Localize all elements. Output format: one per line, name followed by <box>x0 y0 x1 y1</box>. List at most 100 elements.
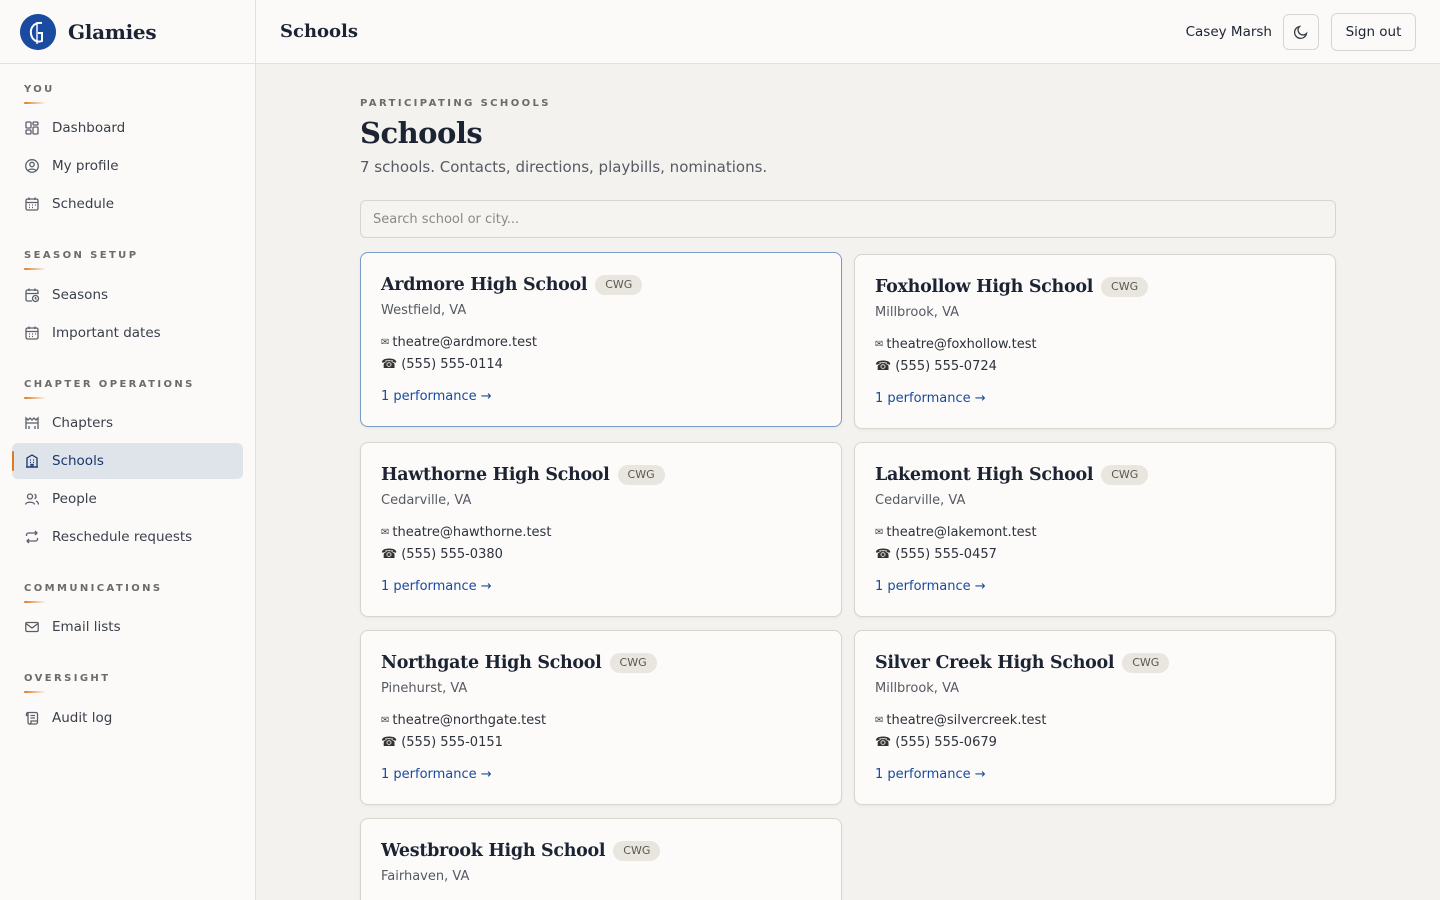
sidebar-item-seasons[interactable]: Seasons <box>12 277 243 313</box>
school-phone[interactable]: ☎ (555) 555-0380 <box>381 547 503 562</box>
calendar-icon <box>24 325 40 341</box>
performances-link[interactable]: 1 performance → <box>875 579 986 594</box>
school-email[interactable]: ✉ theatre@hawthorne.test <box>381 525 551 540</box>
school-email-text: theatre@silvercreek.test <box>886 713 1047 728</box>
nav-section-communications: COMMUNICATIONS <box>0 582 162 603</box>
brand[interactable]: Glamies <box>0 0 255 64</box>
sidebar-item-label: Schools <box>52 453 104 469</box>
card-header: Foxhollow High School CWG <box>875 277 1149 297</box>
school-city: Millbrook, VA <box>875 305 960 320</box>
school-name: Ardmore High School <box>381 275 588 295</box>
envelope-icon: ✉ <box>875 527 884 538</box>
school-email[interactable]: ✉ theatre@foxhollow.test <box>875 337 1037 352</box>
section-accent-line <box>24 102 46 104</box>
sidebar-item-label: Seasons <box>52 287 109 303</box>
school-phone[interactable]: ☎ (555) 555-0724 <box>875 359 997 374</box>
school-card[interactable]: Lakemont High School CWG Cedarville, VA … <box>854 442 1336 617</box>
school-card[interactable]: Foxhollow High School CWG Millbrook, VA … <box>854 254 1336 429</box>
sidebar-item-important-dates[interactable]: Important dates <box>12 315 243 351</box>
card-header: Northgate High School CWG <box>381 653 657 673</box>
school-card[interactable]: Ardmore High School CWG Westfield, VA ✉ … <box>360 252 842 427</box>
card-header: Hawthorne High School CWG <box>381 465 665 485</box>
phone-icon: ☎ <box>381 357 398 372</box>
phone-icon: ☎ <box>875 547 892 562</box>
envelope-icon: ✉ <box>381 715 390 726</box>
school-badge: CWG <box>1101 277 1149 297</box>
nav-section-season-setup: SEASON SETUP <box>0 249 138 270</box>
school-phone[interactable]: ☎ (555) 555-0457 <box>875 547 997 562</box>
page-title: Schools <box>360 116 483 150</box>
school-email-text: theatre@hawthorne.test <box>392 525 552 540</box>
school-card[interactable]: Westbrook High School CWG Fairhaven, VA <box>360 818 842 900</box>
school-phone-text: (555) 555-0114 <box>401 357 503 372</box>
school-name: Northgate High School <box>381 653 602 673</box>
sidebar-item-people[interactable]: People <box>12 481 243 517</box>
school-badge: CWG <box>1101 465 1149 485</box>
school-phone[interactable]: ☎ (555) 555-0679 <box>875 735 997 750</box>
sidebar-item-chapters[interactable]: Chapters <box>12 405 243 441</box>
school-name: Silver Creek High School <box>875 653 1115 673</box>
school-card[interactable]: Hawthorne High School CWG Cedarville, VA… <box>360 442 842 617</box>
page-heading: Schools <box>280 21 359 42</box>
envelope-icon: ✉ <box>875 339 884 350</box>
school-email[interactable]: ✉ theatre@northgate.test <box>381 713 546 728</box>
school-phone-text: (555) 555-0679 <box>895 735 997 750</box>
school-email[interactable]: ✉ theatre@silvercreek.test <box>875 713 1046 728</box>
nav-section-title: OVERSIGHT <box>24 673 111 684</box>
school-city: Millbrook, VA <box>875 681 960 696</box>
school-badge: CWG <box>609 653 657 673</box>
building-icon <box>24 453 40 469</box>
school-card[interactable]: Silver Creek High School CWG Millbrook, … <box>854 630 1336 805</box>
performances-link[interactable]: 1 performance → <box>875 767 986 782</box>
school-email[interactable]: ✉ theatre@lakemont.test <box>875 525 1037 540</box>
school-email-text: theatre@lakemont.test <box>886 525 1037 540</box>
sidebar-item-reschedule-requests[interactable]: Reschedule requests <box>12 519 243 555</box>
sign-out-button[interactable]: Sign out <box>1331 13 1416 51</box>
school-phone[interactable]: ☎ (555) 555-0151 <box>381 735 503 750</box>
school-city: Fairhaven, VA <box>381 869 470 884</box>
theme-toggle-button[interactable] <box>1283 14 1319 50</box>
sidebar-item-label: Audit log <box>52 710 113 726</box>
brand-name: Glamies <box>68 19 157 44</box>
sidebar: Glamies YOU Dashboard My profile Schedul… <box>0 0 256 900</box>
dashboard-icon <box>24 120 40 136</box>
performances-link[interactable]: 1 performance → <box>381 767 492 782</box>
sidebar-item-my-profile[interactable]: My profile <box>12 148 243 184</box>
envelope-icon: ✉ <box>381 527 390 538</box>
school-name: Hawthorne High School <box>381 465 610 485</box>
school-phone-text: (555) 555-0724 <box>895 359 997 374</box>
sidebar-item-label: Dashboard <box>52 120 126 136</box>
phone-icon: ☎ <box>381 547 398 562</box>
school-city: Cedarville, VA <box>875 493 966 508</box>
nav-section-title: CHAPTER OPERATIONS <box>24 379 195 390</box>
sidebar-item-audit-log[interactable]: Audit log <box>12 700 243 736</box>
school-phone[interactable]: ☎ (555) 555-0114 <box>381 357 503 372</box>
sidebar-item-schools[interactable]: Schools <box>12 443 243 479</box>
performances-link[interactable]: 1 performance → <box>381 389 492 404</box>
school-phone-text: (555) 555-0151 <box>401 735 503 750</box>
school-card[interactable]: Northgate High School CWG Pinehurst, VA … <box>360 630 842 805</box>
search-input[interactable] <box>360 200 1336 238</box>
sidebar-item-schedule[interactable]: Schedule <box>12 186 243 222</box>
user-name[interactable]: Casey Marsh <box>1186 24 1272 40</box>
nav-section-chapter-operations: CHAPTER OPERATIONS <box>0 378 195 399</box>
school-email-text: theatre@ardmore.test <box>392 335 537 350</box>
envelope-icon: ✉ <box>381 337 390 348</box>
nav-section-title: YOU <box>24 84 55 95</box>
school-badge: CWG <box>613 841 661 861</box>
school-email[interactable]: ✉ theatre@ardmore.test <box>381 335 537 350</box>
card-header: Lakemont High School CWG <box>875 465 1149 485</box>
school-name: Foxhollow High School <box>875 277 1094 297</box>
school-badge: CWG <box>1122 653 1170 673</box>
calendar-clock-icon <box>24 287 40 303</box>
sidebar-item-email-lists[interactable]: Email lists <box>12 609 243 645</box>
topbar: Schools Casey Marsh Sign out <box>256 0 1440 64</box>
performances-link[interactable]: 1 performance → <box>875 391 986 406</box>
nav-section-title: SEASON SETUP <box>24 250 139 261</box>
school-email-text: theatre@northgate.test <box>392 713 547 728</box>
performances-link[interactable]: 1 performance → <box>381 579 492 594</box>
nav-section-you: YOU <box>0 83 55 104</box>
sidebar-item-dashboard[interactable]: Dashboard <box>12 110 243 146</box>
glamies-logo-icon <box>20 13 56 50</box>
school-phone-text: (555) 555-0380 <box>401 547 503 562</box>
